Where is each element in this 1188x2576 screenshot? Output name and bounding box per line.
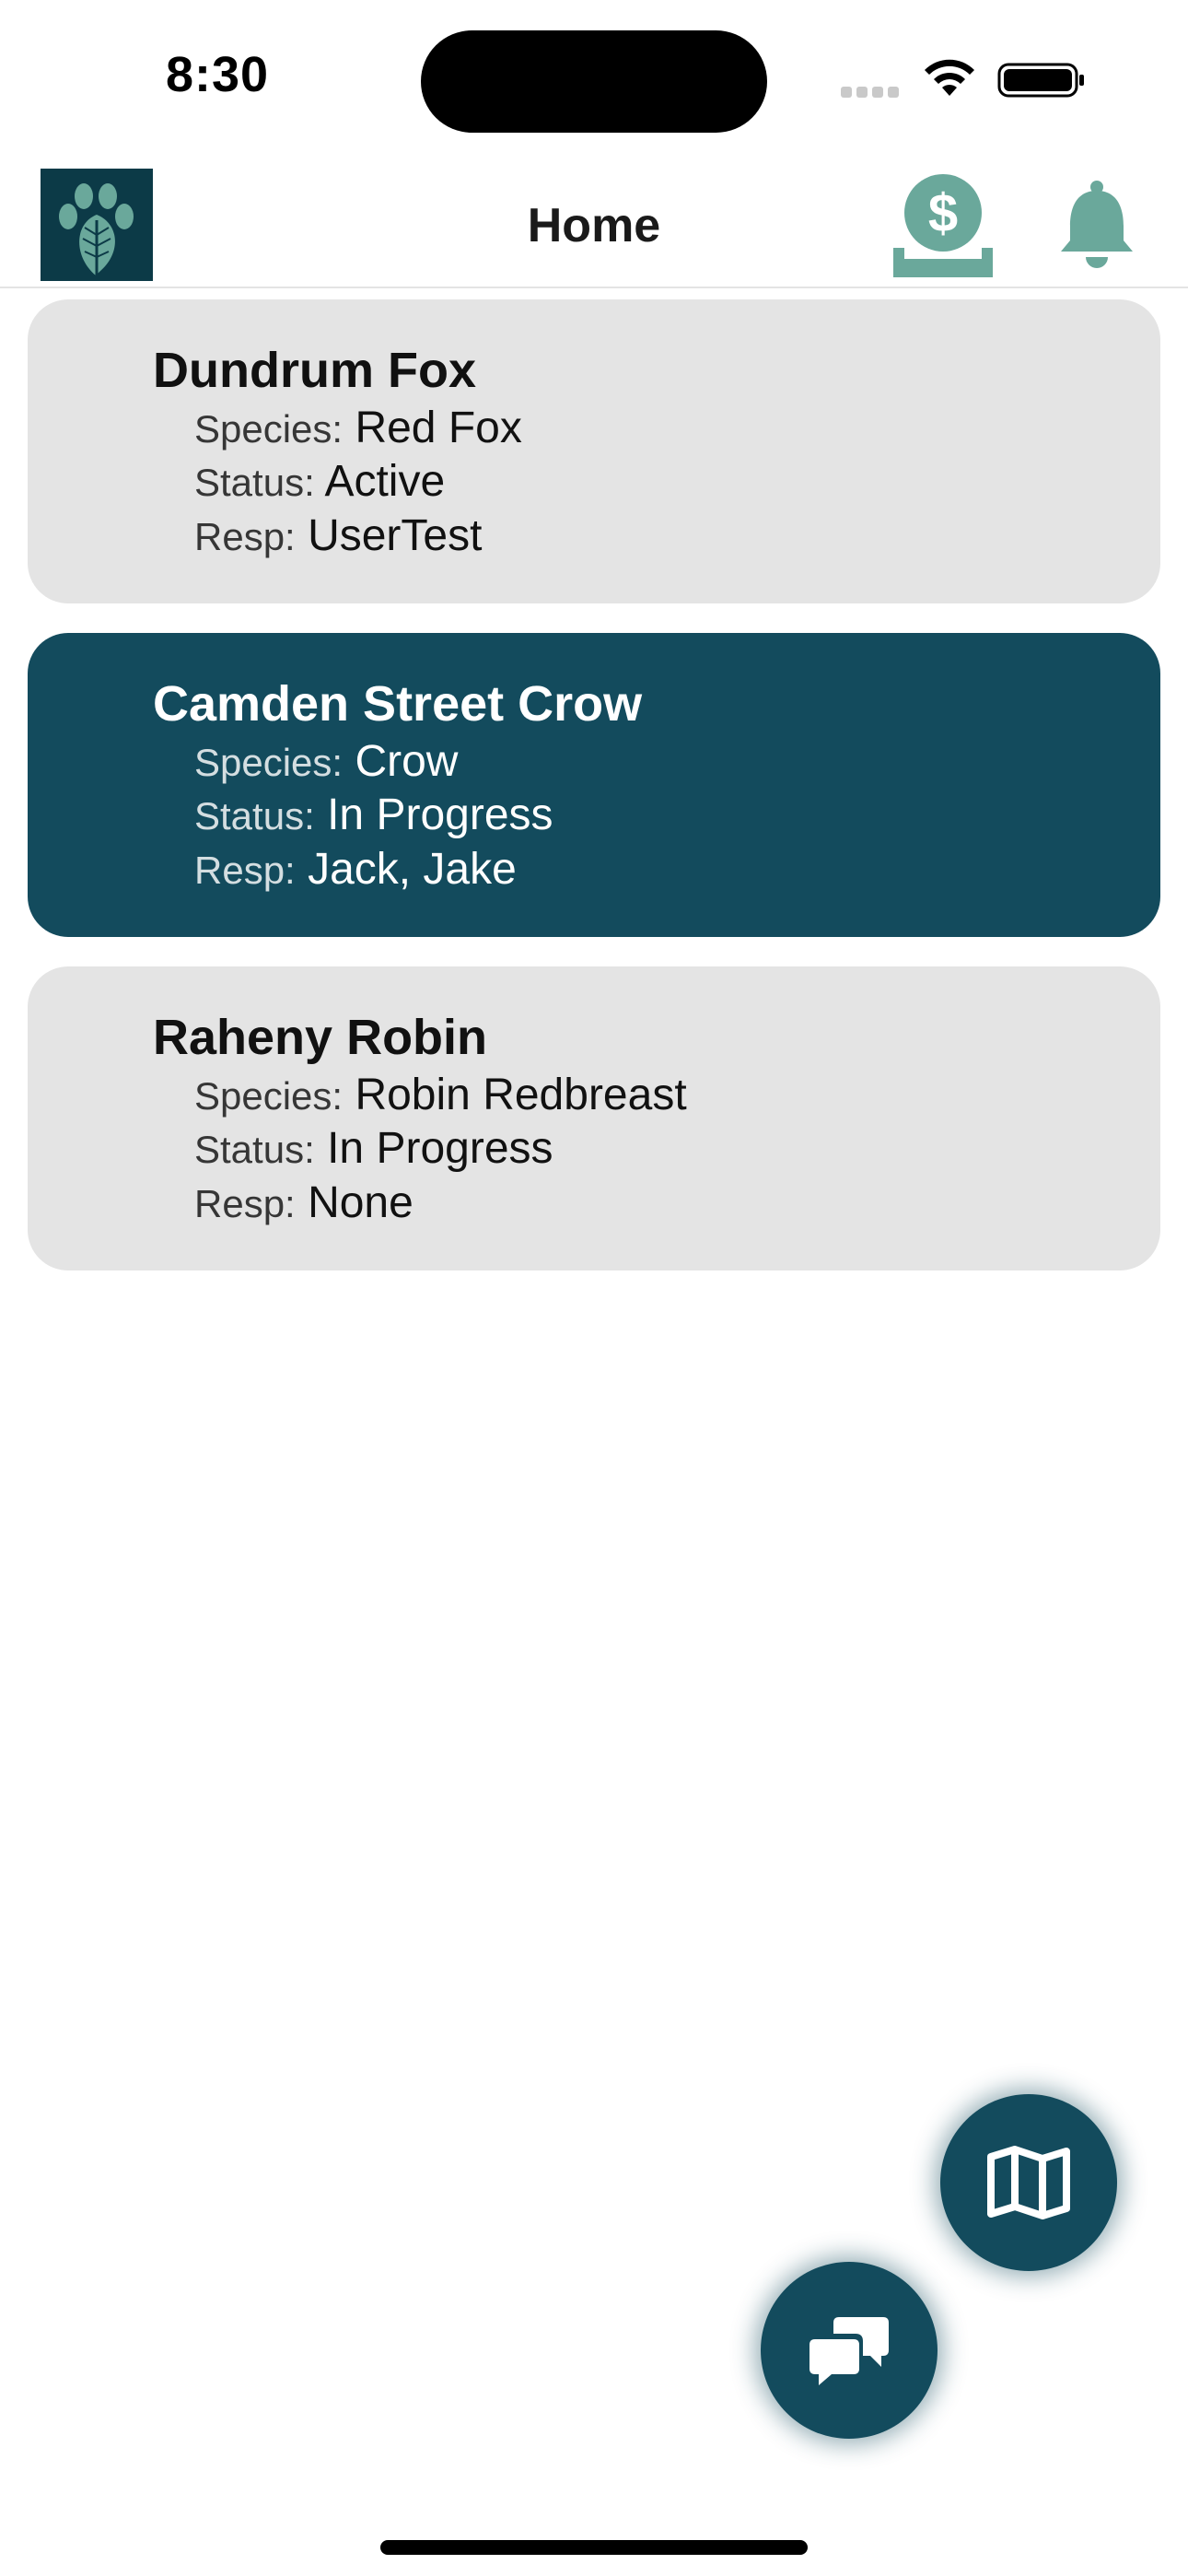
chat-button[interactable] [761,2262,938,2439]
status-time: 8:30 [166,47,270,102]
status-row: Status: Active [194,456,445,507]
animal-card[interactable]: Dundrum Fox Species: Red Fox Status: Act… [28,299,1160,603]
battery-icon [997,63,1084,98]
map-icon [987,2146,1070,2219]
species-label: Species: [194,741,344,784]
species-row: Species: Robin Redbreast [194,1070,687,1120]
cellular-signal-icon [841,86,905,99]
navigation-bar: Home $ [0,161,1188,288]
responsible-value: None [308,1178,413,1227]
species-value: Red Fox [355,404,522,452]
responsible-value: UserTest [308,511,483,560]
status-row: Status: In Progress [194,790,553,840]
species-value: Robin Redbreast [355,1071,687,1119]
map-button[interactable] [940,2094,1117,2271]
status-value: In Progress [327,790,553,839]
responsible-row: Resp: Jack, Jake [194,844,517,895]
status-row: Status: In Progress [194,1123,553,1174]
animal-name: Dundrum Fox [153,343,476,398]
animal-name: Raheny Robin [153,1010,488,1065]
animal-card[interactable]: Raheny Robin Species: Robin Redbreast St… [28,966,1160,1270]
species-label: Species: [194,1074,344,1118]
responsible-label: Resp: [194,1182,296,1225]
species-row: Species: Crow [194,736,458,787]
svg-text:$: $ [928,183,958,243]
status-label: Status: [194,794,315,837]
species-value: Crow [355,737,459,786]
animal-name: Camden Street Crow [153,676,643,732]
status-value: In Progress [327,1124,553,1173]
dollar-coin-hand-icon: $ [893,174,993,277]
bell-icon [1061,181,1133,268]
notifications-button[interactable] [1055,180,1138,270]
species-label: Species: [194,407,344,451]
responsible-row: Resp: None [194,1177,413,1228]
status-label: Status: [194,1128,315,1171]
animal-card-selected[interactable]: Camden Street Crow Species: Crow Status:… [28,633,1160,937]
status-value: Active [324,457,446,506]
chat-bubbles-icon [809,2317,889,2385]
responsible-row: Resp: UserTest [194,510,482,561]
wifi-icon [925,59,974,96]
dynamic-island [421,30,767,133]
home-screen: 8:30 Home $ Dundrum Fox Species: Red Fox… [0,0,1188,2576]
page-title: Home [527,199,661,252]
status-label: Status: [194,461,315,504]
species-row: Species: Red Fox [194,403,522,453]
responsible-value: Jack, Jake [308,845,517,894]
responsible-label: Resp: [194,515,296,558]
donate-button[interactable]: $ [891,170,995,277]
home-indicator [380,2540,808,2555]
responsible-label: Resp: [194,849,296,892]
